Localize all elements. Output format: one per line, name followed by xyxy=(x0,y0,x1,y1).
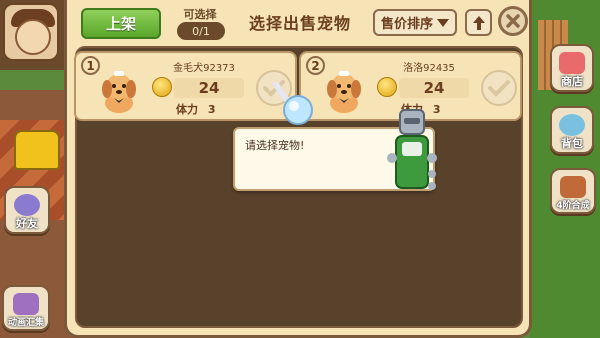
pet-price: 24 xyxy=(423,79,445,97)
shop-icon xyxy=(559,52,585,74)
synthesis-icon xyxy=(560,176,586,198)
tutorial-pointer-icon xyxy=(273,82,313,125)
bag-button[interactable]: 背包 xyxy=(550,106,594,154)
sort-order-button[interactable] xyxy=(465,9,492,36)
stamina-value: 3 xyxy=(207,103,216,116)
bag-label: 背包 xyxy=(561,137,583,150)
sort-by-price-dropdown[interactable]: 售价排序 xyxy=(373,9,457,36)
friends-label: 好友 xyxy=(16,217,38,230)
shop-button[interactable]: 商店 xyxy=(550,44,594,92)
synthesis-button[interactable]: 4阶合成 xyxy=(550,168,596,214)
bag-icon xyxy=(559,114,585,136)
checkmark-icon xyxy=(488,80,510,97)
selectable-count: 0/1 xyxy=(177,22,225,40)
close-button[interactable] xyxy=(498,6,528,36)
animation-label: 动画汇集 xyxy=(7,318,44,328)
pet-price: 24 xyxy=(198,79,220,97)
panel-title: 选择出售宠物 xyxy=(249,14,352,33)
robot-guide-icon xyxy=(387,109,437,190)
hint-text: 请选择宠物! xyxy=(245,139,305,152)
list-for-sale-button[interactable]: 上架 xyxy=(81,8,161,39)
pet-name: 洛洛92435 xyxy=(403,63,455,74)
pet-card[interactable]: 1 金毛犬92373 24 体力 3 xyxy=(74,51,297,121)
sort-label: 售价排序 xyxy=(380,17,433,32)
selectable-label: 可选择 xyxy=(183,8,217,21)
synthesis-label: 4阶合成 xyxy=(556,201,590,211)
arrow-up-icon xyxy=(472,15,485,30)
pet-name: 金毛犬92373 xyxy=(173,63,235,74)
close-icon xyxy=(506,14,520,28)
dog-pet-icon xyxy=(327,71,361,113)
mailbox-icon xyxy=(14,130,60,170)
dog-pet-icon xyxy=(102,71,136,113)
shop-label: 商店 xyxy=(561,75,583,88)
animation-icon xyxy=(13,293,39,315)
friends-icon xyxy=(14,194,40,216)
animation-button[interactable]: 动画汇集 xyxy=(2,285,50,331)
pet-stamina: 体力 3 xyxy=(176,101,216,117)
coin-icon xyxy=(152,77,172,97)
avatar-face xyxy=(15,19,51,55)
friends-button[interactable]: 好友 xyxy=(4,186,50,234)
coin-icon xyxy=(377,77,397,97)
stamina-label: 体力 xyxy=(176,103,198,116)
player-avatar[interactable] xyxy=(3,3,59,61)
chevron-down-icon xyxy=(437,18,449,27)
select-checkbox[interactable] xyxy=(481,70,517,106)
